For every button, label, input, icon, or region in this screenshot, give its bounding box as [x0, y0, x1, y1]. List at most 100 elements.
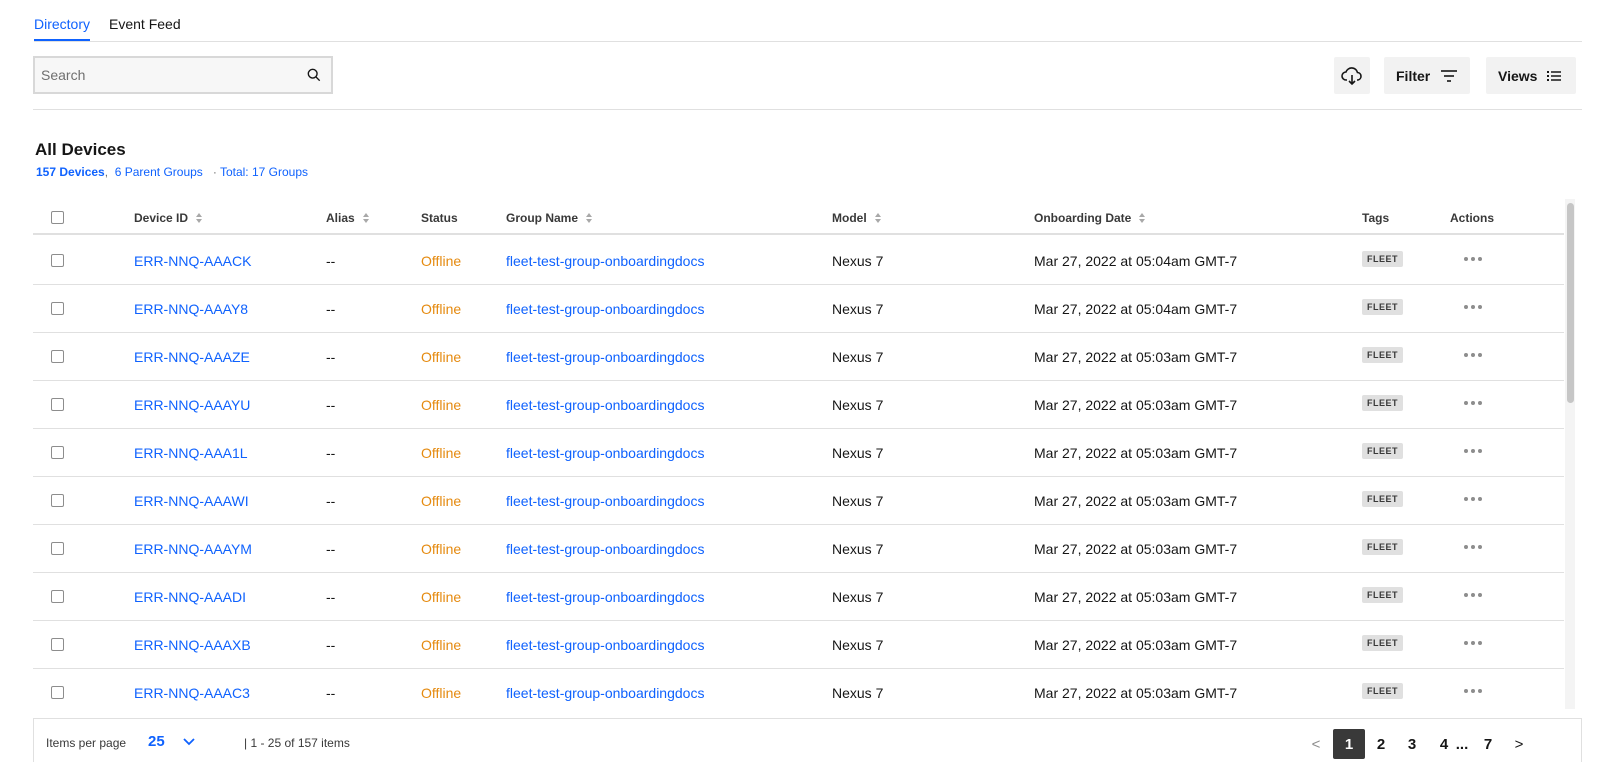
onboarding-date-cell: Mar 27, 2022 at 05:03am GMT-7 — [1034, 445, 1238, 461]
model-cell: Nexus 7 — [832, 637, 884, 653]
col-group-name[interactable]: Group Name — [506, 211, 593, 225]
device-id-link[interactable]: ERR-NNQ-AAAZE — [134, 349, 250, 365]
alias-cell: -- — [326, 253, 336, 269]
tag-badge: FLEET — [1362, 683, 1403, 699]
row-checkbox[interactable] — [51, 542, 64, 555]
onboarding-date-cell: Mar 27, 2022 at 05:03am GMT-7 — [1034, 541, 1238, 557]
col-alias[interactable]: Alias — [326, 211, 369, 225]
col-onboarding-date[interactable]: Onboarding Date — [1034, 211, 1146, 225]
parent-groups-link[interactable]: 6 Parent Groups — [115, 165, 203, 179]
overflow-menu-icon[interactable] — [1464, 545, 1482, 549]
group-name-link[interactable]: fleet-test-group-onboardingdocs — [506, 493, 704, 509]
onboarding-date-cell: Mar 27, 2022 at 05:03am GMT-7 — [1034, 397, 1238, 413]
device-id-link[interactable]: ERR-NNQ-AAAWI — [134, 493, 249, 509]
overflow-menu-icon[interactable] — [1464, 449, 1482, 453]
status-cell: Offline — [421, 445, 462, 461]
col-device-id[interactable]: Device ID — [134, 211, 203, 225]
group-name-link[interactable]: fleet-test-group-onboardingdocs — [506, 253, 704, 269]
device-id-link[interactable]: ERR-NNQ-AAAXB — [134, 637, 251, 653]
device-id-link[interactable]: ERR-NNQ-AAAY8 — [134, 301, 248, 317]
status-cell: Offline — [421, 493, 462, 509]
scrollbar-thumb[interactable] — [1567, 203, 1574, 403]
tab-directory[interactable]: Directory — [34, 16, 91, 41]
overflow-menu-icon[interactable] — [1464, 689, 1482, 693]
overflow-menu-icon[interactable] — [1464, 257, 1482, 261]
download-button[interactable] — [1334, 57, 1370, 94]
row-checkbox[interactable] — [51, 494, 64, 507]
select-all-checkbox[interactable] — [51, 211, 64, 224]
search-icon[interactable] — [307, 68, 321, 82]
row-checkbox[interactable] — [51, 254, 64, 267]
overflow-menu-icon[interactable] — [1464, 641, 1482, 645]
group-name-link[interactable]: fleet-test-group-onboardingdocs — [506, 637, 704, 653]
model-cell: Nexus 7 — [832, 397, 884, 413]
tag-badge: FLEET — [1362, 587, 1403, 603]
row-checkbox[interactable] — [51, 638, 64, 651]
row-checkbox[interactable] — [51, 350, 64, 363]
group-name-link[interactable]: fleet-test-group-onboardingdocs — [506, 397, 704, 413]
overflow-menu-icon[interactable] — [1464, 497, 1482, 501]
status-cell: Offline — [421, 253, 462, 269]
group-name-link[interactable]: fleet-test-group-onboardingdocs — [506, 589, 704, 605]
device-id-link[interactable]: ERR-NNQ-AAA1L — [134, 445, 248, 461]
table-header: Device ID Alias Status Group Name Model … — [33, 199, 1564, 235]
row-checkbox[interactable] — [51, 590, 64, 603]
page-button-1[interactable]: 1 — [1333, 729, 1365, 759]
col-onboarding-date-label: Onboarding Date — [1034, 211, 1132, 225]
overflow-menu-icon[interactable] — [1464, 401, 1482, 405]
col-model-label: Model — [832, 211, 867, 225]
list-icon — [1547, 70, 1562, 81]
onboarding-date-cell: Mar 27, 2022 at 05:03am GMT-7 — [1034, 685, 1238, 701]
page-button-4[interactable]: 4 — [1434, 729, 1454, 759]
next-page-button[interactable]: > — [1509, 729, 1529, 759]
table-row: ERR-NNQ-AAAXB -- Offline fleet-test-grou… — [33, 620, 1564, 669]
alias-cell: -- — [326, 445, 336, 461]
views-button[interactable]: Views — [1486, 57, 1576, 94]
group-name-link[interactable]: fleet-test-group-onboardingdocs — [506, 301, 704, 317]
alias-cell: -- — [326, 589, 336, 605]
items-per-page-select[interactable]: 25 — [148, 733, 195, 750]
onboarding-date-cell: Mar 27, 2022 at 05:03am GMT-7 — [1034, 589, 1238, 605]
tab-event-feed[interactable]: Event Feed — [109, 16, 181, 39]
col-model[interactable]: Model — [832, 211, 881, 225]
prev-page-button[interactable]: < — [1306, 729, 1326, 759]
row-checkbox[interactable] — [51, 302, 64, 315]
row-checkbox[interactable] — [51, 398, 64, 411]
model-cell: Nexus 7 — [832, 301, 884, 317]
device-id-link[interactable]: ERR-NNQ-AAADI — [134, 589, 246, 605]
alias-cell: -- — [326, 397, 336, 413]
row-checkbox[interactable] — [51, 686, 64, 699]
group-name-link[interactable]: fleet-test-group-onboardingdocs — [506, 685, 704, 701]
tag-badge: FLEET — [1362, 539, 1403, 555]
table-row: ERR-NNQ-AAAWI -- Offline fleet-test-grou… — [33, 476, 1564, 525]
filter-button[interactable]: Filter — [1384, 57, 1470, 94]
status-cell: Offline — [421, 685, 462, 701]
group-name-link[interactable]: fleet-test-group-onboardingdocs — [506, 349, 704, 365]
sort-icon — [196, 213, 203, 223]
onboarding-date-cell: Mar 27, 2022 at 05:04am GMT-7 — [1034, 301, 1238, 317]
total-groups-link[interactable]: Total: 17 Groups — [220, 165, 308, 179]
device-id-link[interactable]: ERR-NNQ-AAAYU — [134, 397, 250, 413]
page-button-3[interactable]: 3 — [1402, 729, 1422, 759]
search-input[interactable] — [35, 58, 331, 92]
status-cell: Offline — [421, 397, 462, 413]
page-button-7[interactable]: 7 — [1478, 729, 1498, 759]
overflow-menu-icon[interactable] — [1464, 593, 1482, 597]
device-id-link[interactable]: ERR-NNQ-AAAC3 — [134, 685, 250, 701]
device-count-link[interactable]: 157 Devices — [36, 165, 105, 179]
page-ellipsis: ... — [1455, 735, 1469, 753]
row-checkbox[interactable] — [51, 446, 64, 459]
model-cell: Nexus 7 — [832, 493, 884, 509]
sort-icon — [362, 213, 369, 223]
group-name-link[interactable]: fleet-test-group-onboardingdocs — [506, 541, 704, 557]
table-scrollbar[interactable] — [1565, 199, 1575, 709]
page-button-2[interactable]: 2 — [1371, 729, 1391, 759]
onboarding-date-cell: Mar 27, 2022 at 05:04am GMT-7 — [1034, 253, 1238, 269]
device-id-link[interactable]: ERR-NNQ-AAAYM — [134, 541, 252, 557]
device-id-link[interactable]: ERR-NNQ-AAACK — [134, 253, 251, 269]
status-cell: Offline — [421, 637, 462, 653]
overflow-menu-icon[interactable] — [1464, 305, 1482, 309]
sort-icon — [874, 213, 881, 223]
overflow-menu-icon[interactable] — [1464, 353, 1482, 357]
group-name-link[interactable]: fleet-test-group-onboardingdocs — [506, 445, 704, 461]
